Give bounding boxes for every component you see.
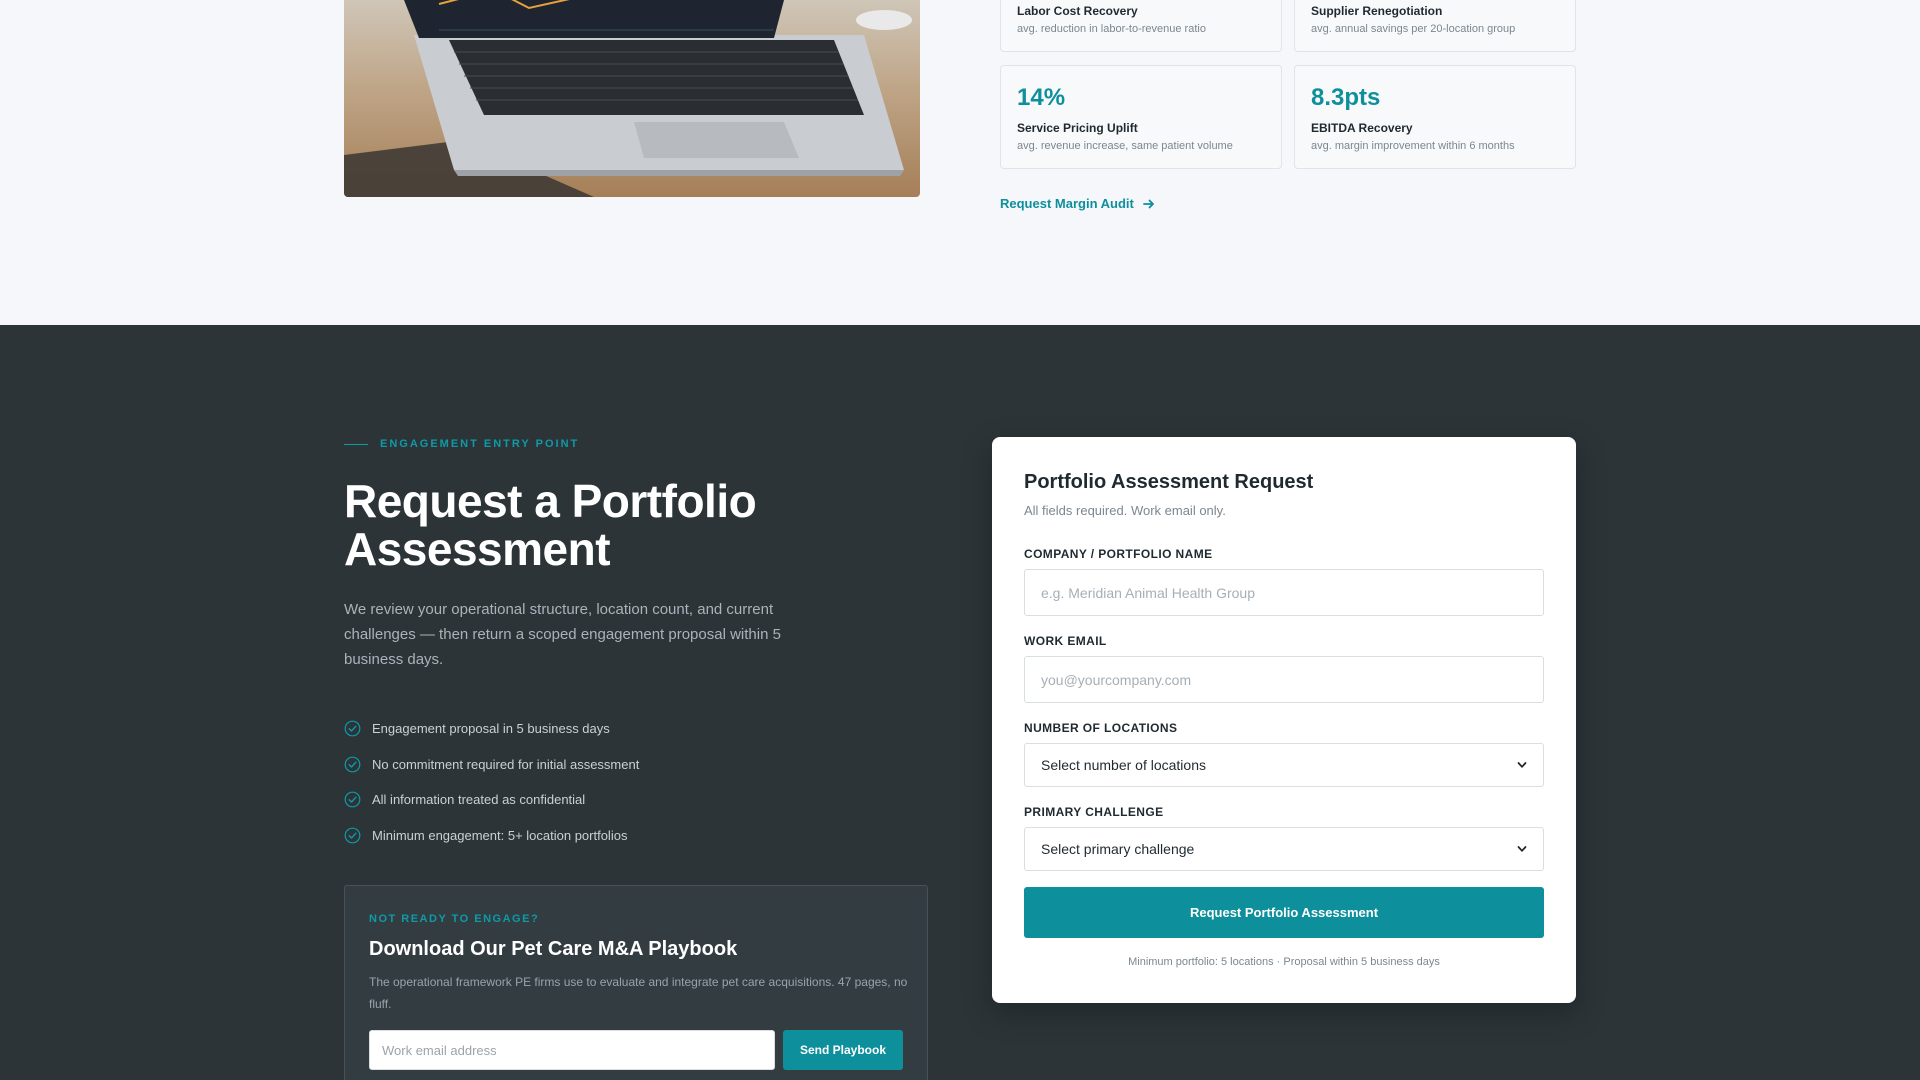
stat-card-ebitda: 8.3pts EBITDA Recovery avg. margin impro…	[1294, 65, 1576, 169]
list-item-text: Engagement proposal in 5 business days	[372, 721, 610, 737]
stat-name: Labor Cost Recovery	[1017, 4, 1138, 18]
stat-card-labor-cost: Labor Cost Recovery avg. reduction in la…	[1000, 0, 1282, 52]
list-item-text: No commitment required for initial asses…	[372, 756, 640, 772]
request-assessment-button[interactable]: Request Portfolio Assessment	[1024, 887, 1544, 938]
results-section: Labor Cost Recovery avg. reduction in la…	[0, 0, 1920, 325]
page-title: Request a Portfolio Assessment	[344, 475, 757, 575]
company-name-input[interactable]	[1024, 569, 1544, 616]
playbook-card: NOT READY TO ENGAGE? Download Our Pet Ca…	[344, 885, 928, 1080]
form-fineprint: Minimum portfolio: 5 locations · Proposa…	[1128, 956, 1440, 968]
section-eyebrow: ENGAGEMENT ENTRY POINT	[344, 438, 579, 450]
playbook-title: Download Our Pet Care M&A Playbook	[369, 938, 738, 960]
challenge-select[interactable]: Select primary challenge	[1024, 827, 1544, 871]
form-title: Portfolio Assessment Request	[1024, 471, 1314, 493]
challenge-select-value: Select primary challenge	[1041, 841, 1195, 857]
company-label: COMPANY / PORTFOLIO NAME	[1024, 547, 1213, 561]
stat-desc: avg. revenue increase, same patient volu…	[1017, 140, 1233, 152]
list-item: No commitment required for initial asses…	[344, 747, 639, 783]
list-item: Minimum engagement: 5+ location portfoli…	[344, 818, 639, 854]
chevron-down-icon	[1517, 762, 1527, 768]
stat-name: EBITDA Recovery	[1311, 121, 1413, 135]
check-circle-icon	[344, 756, 361, 773]
hero-description: We review your operational structure, lo…	[344, 601, 781, 668]
check-circle-icon	[344, 791, 361, 808]
playbook-email-input[interactable]	[369, 1030, 775, 1070]
list-item: Engagement proposal in 5 business days	[344, 711, 639, 747]
check-circle-icon	[344, 827, 361, 844]
eyebrow-line	[344, 443, 368, 445]
list-item: All information treated as confidential	[344, 782, 639, 818]
laptop-photo	[344, 0, 920, 197]
stat-name: Service Pricing Uplift	[1017, 121, 1138, 135]
request-margin-audit-link[interactable]: Request Margin Audit	[1000, 196, 1156, 211]
stat-value: 8.3pts	[1311, 84, 1381, 111]
list-item-text: Minimum engagement: 5+ location portfoli…	[372, 827, 628, 843]
stat-desc: avg. annual savings per 20-location grou…	[1311, 23, 1516, 35]
email-label: WORK EMAIL	[1024, 634, 1107, 648]
challenge-label: PRIMARY CHALLENGE	[1024, 805, 1164, 819]
audit-link-label: Request Margin Audit	[1000, 196, 1134, 211]
form-subtitle: All fields required. Work email only.	[1024, 503, 1226, 518]
list-item-text: All information treated as confidential	[372, 792, 586, 808]
playbook-description: The operational framework PE firms use t…	[369, 975, 908, 1011]
stat-card-supplier: Supplier Renegotiation avg. annual savin…	[1294, 0, 1576, 52]
work-email-input[interactable]	[1024, 656, 1544, 703]
chevron-down-icon	[1517, 846, 1527, 852]
locations-label: NUMBER OF LOCATIONS	[1024, 721, 1178, 735]
stat-desc: avg. margin improvement within 6 months	[1311, 140, 1515, 152]
check-circle-icon	[344, 720, 361, 737]
assessment-form: Portfolio Assessment Request All fields …	[992, 437, 1576, 1003]
benefits-list: Engagement proposal in 5 business days N…	[344, 711, 639, 853]
stat-card-pricing-uplift: 14% Service Pricing Uplift avg. revenue …	[1000, 65, 1282, 169]
eyebrow-text: ENGAGEMENT ENTRY POINT	[380, 438, 580, 450]
assessment-section	[0, 325, 1920, 1080]
stat-name: Supplier Renegotiation	[1311, 4, 1443, 18]
arrow-right-icon	[1142, 199, 1154, 208]
playbook-kicker: NOT READY TO ENGAGE?	[369, 913, 540, 925]
stat-desc: avg. reduction in labor-to-revenue ratio	[1017, 23, 1206, 35]
send-playbook-button[interactable]: Send Playbook	[783, 1030, 903, 1070]
locations-select[interactable]: Select number of locations	[1024, 743, 1544, 787]
locations-select-value: Select number of locations	[1041, 757, 1206, 773]
stat-value: 14%	[1017, 84, 1066, 111]
